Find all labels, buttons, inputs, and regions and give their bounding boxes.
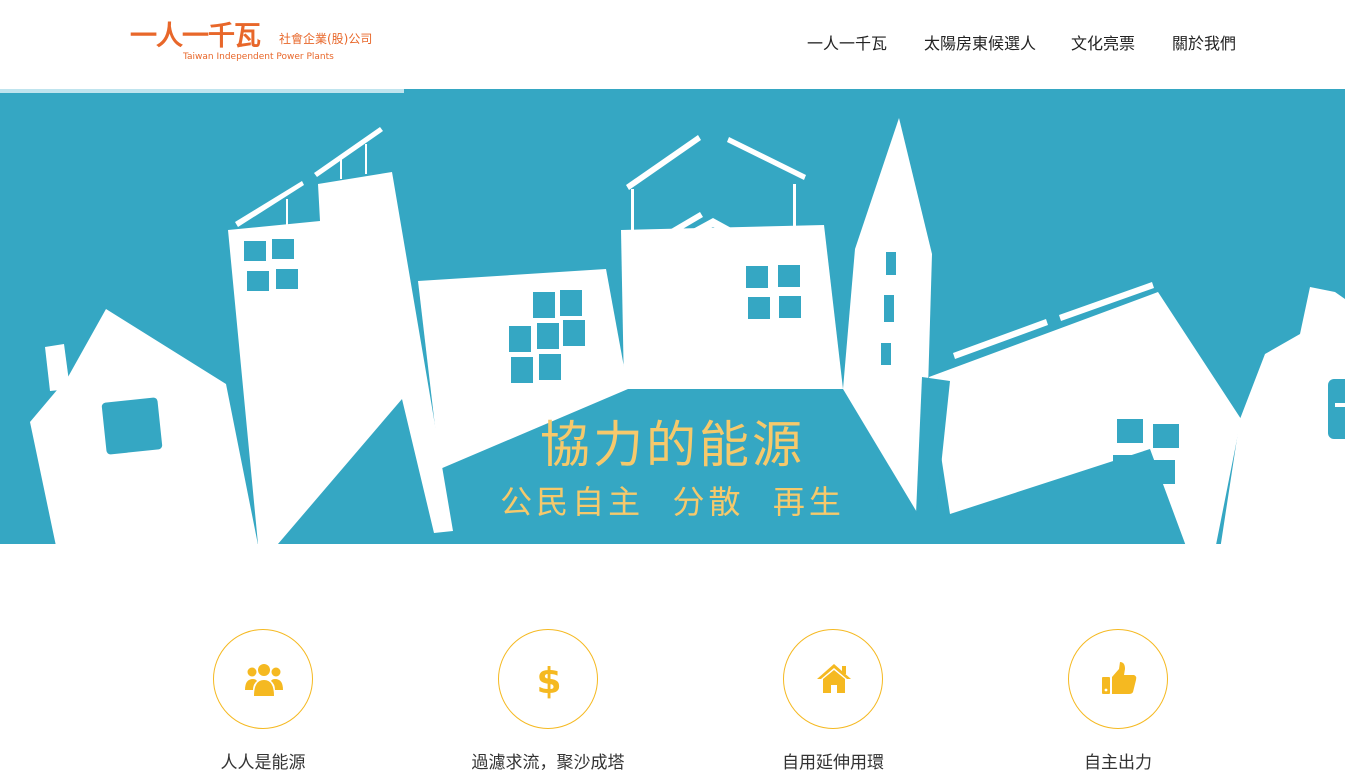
- svg-text:$: $: [536, 661, 561, 700]
- nav-item-culture-ticket[interactable]: 文化亮票: [1071, 30, 1135, 54]
- feature-label-home: 自用延伸用環: [782, 753, 884, 773]
- hero-title: 協力的能源: [540, 416, 805, 474]
- feature-circle-funding[interactable]: $: [498, 629, 598, 729]
- feature-label-community: 人人是能源: [220, 753, 306, 773]
- thumbs-up-icon: [1102, 662, 1137, 694]
- feature-circle-home[interactable]: [783, 629, 883, 729]
- nav-item-one-person-one-kw[interactable]: 一人一千瓦: [807, 30, 887, 54]
- scroll-progress-fill: [0, 89, 404, 93]
- users-icon: [245, 664, 283, 696]
- nav-item-about-us[interactable]: 關於我們: [1172, 30, 1236, 54]
- feature-label-funding: 過濾求流，聚沙成塔: [471, 753, 625, 773]
- feature-circle-self-power[interactable]: [1068, 629, 1168, 729]
- hero-subtitle: 公民自主 分散 再生: [500, 483, 845, 521]
- home-icon: [817, 664, 851, 693]
- main-nav: 一人一千瓦 太陽房東候選人 文化亮票 關於我們: [0, 30, 1345, 54]
- feature-circle-community[interactable]: [213, 629, 313, 729]
- site-header: 一人一千瓦 社會企業(股)公司 Taiwan Independent Power…: [0, 0, 1345, 89]
- feature-label-self-power: 自主出力: [1084, 753, 1152, 773]
- scroll-progress-bar: [0, 89, 1345, 93]
- hero-banner: 協力的能源 公民自主 分散 再生: [0, 89, 1345, 589]
- nav-item-solar-landlord[interactable]: 太陽房東候選人: [924, 30, 1036, 54]
- dollar-icon: $: [536, 661, 561, 700]
